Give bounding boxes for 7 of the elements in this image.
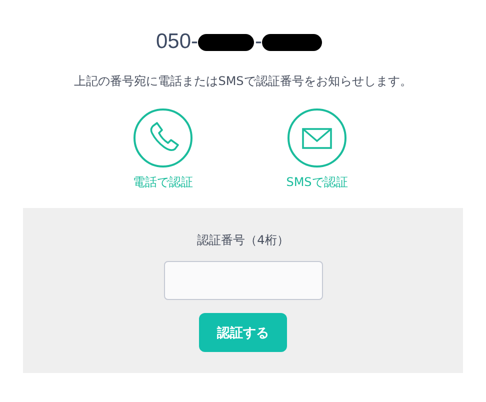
instruction-text: 上記の番号宛に電話またはSMSで認証番号をお知らせします。 — [74, 73, 412, 90]
phone-number-prefix: 050- — [156, 30, 198, 54]
code-label: 認証番号（4桁） — [197, 232, 289, 249]
verify-button[interactable]: 認証する — [199, 313, 287, 352]
verify-method-link[interactable]: 電話で認証 — [133, 174, 193, 191]
phone-number-separator: - — [255, 30, 262, 54]
verify-method-link[interactable]: SMSで認証 — [286, 174, 348, 191]
